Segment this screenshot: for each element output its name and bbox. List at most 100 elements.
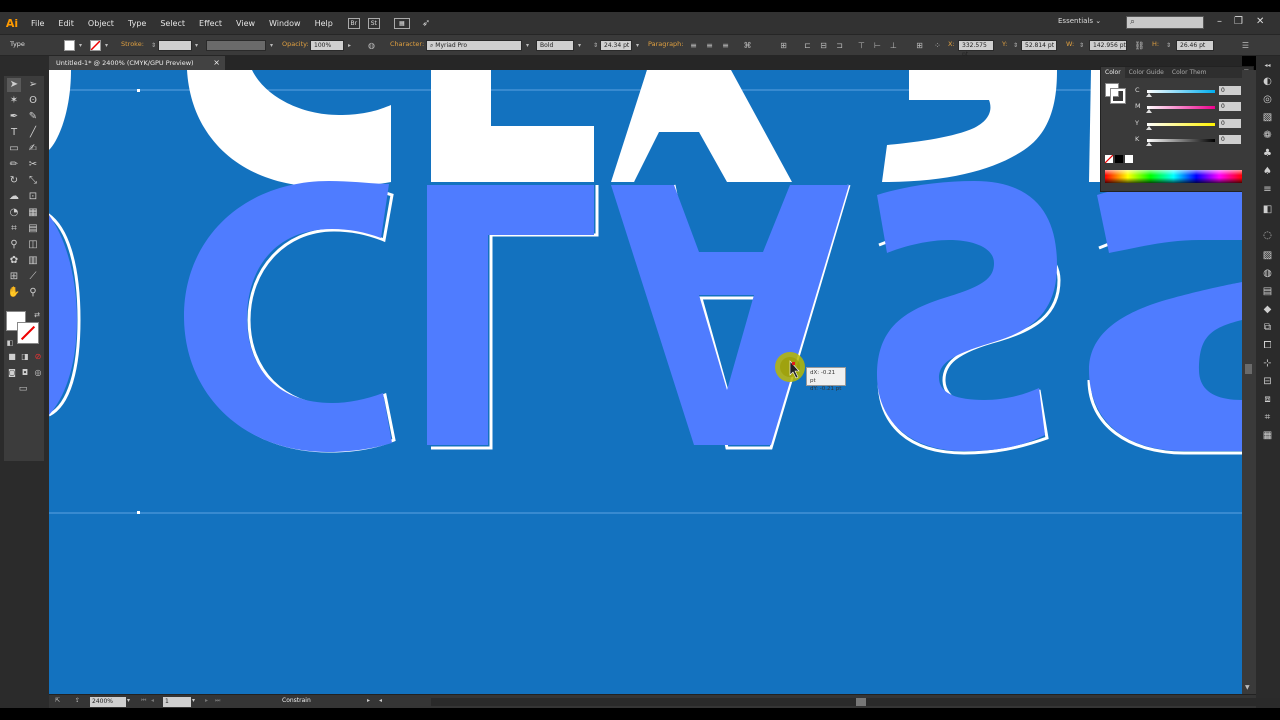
menu-effect[interactable]: Effect — [192, 19, 229, 28]
brushes-panel-icon[interactable]: ♣ — [1261, 148, 1274, 160]
pen-tool-icon[interactable]: ✒ — [7, 110, 21, 124]
slider-magenta[interactable]: M 0 % — [1135, 102, 1253, 113]
black-value[interactable]: 0 — [1219, 135, 1241, 144]
gradient-panel-icon[interactable]: ◧ — [1261, 204, 1274, 216]
gpu-rocket-icon[interactable]: ➶ — [422, 18, 430, 29]
yellow-value[interactable]: 0 — [1219, 119, 1241, 128]
h-field[interactable]: 26.46 pt — [1176, 40, 1214, 51]
restore-icon[interactable]: ❐ — [1234, 16, 1243, 27]
tab-color-guide[interactable]: Color Guide — [1125, 69, 1168, 76]
stepper-icon[interactable]: ⇕ — [1076, 40, 1087, 51]
next-artboard-icon[interactable]: ▸ — [205, 697, 208, 704]
artboard-number-field[interactable]: 1 — [163, 697, 191, 707]
image-trace-panel-icon[interactable]: ◍ — [1261, 268, 1274, 280]
stock-button[interactable]: St — [367, 17, 380, 29]
draw-inside-icon[interactable]: ◎ — [31, 366, 45, 380]
curvature-tool-icon[interactable]: ✎ — [26, 110, 40, 124]
font-size-field[interactable]: 24.34 pt — [600, 40, 632, 51]
paragraph-label[interactable]: Paragraph: — [648, 40, 683, 48]
workspace-switcher[interactable]: Essentials ⌄ — [1058, 17, 1101, 25]
align-top-icon[interactable]: ⊤ — [856, 40, 867, 51]
black-swatch[interactable] — [1115, 155, 1123, 163]
pencil-tool-icon[interactable]: ✏ — [7, 158, 21, 172]
artwork[interactable] — [49, 70, 1242, 694]
menu-window[interactable]: Window — [262, 19, 308, 28]
fill-color-swatch[interactable] — [64, 40, 75, 51]
chevron-down-icon[interactable]: ▾ — [191, 40, 202, 51]
rotate-tool-icon[interactable]: ↻ — [7, 174, 21, 188]
font-family-field[interactable]: ⌕ Myriad Pro — [426, 40, 522, 51]
swap-fill-stroke-icon[interactable]: ⇄ — [30, 308, 44, 322]
character-label[interactable]: Character: — [390, 40, 424, 48]
tab-color[interactable]: Color — [1101, 67, 1125, 78]
x-field[interactable]: 332.575 pt — [958, 40, 994, 58]
first-artboard-icon[interactable]: ⏮ — [141, 697, 146, 705]
w-field[interactable]: 142.956 pt — [1089, 40, 1127, 51]
menu-file[interactable]: File — [24, 19, 51, 28]
artboard-canvas[interactable]: dX: -0.21 pt dY: -0.21 pt — [49, 70, 1242, 694]
links-panel-icon[interactable]: ⧠ — [1261, 340, 1274, 352]
stroke-panel-icon[interactable]: ≡ — [1261, 184, 1274, 196]
stroke-weight-field[interactable] — [158, 40, 192, 51]
none-swatch[interactable] — [1104, 154, 1114, 164]
menu-edit[interactable]: Edit — [51, 19, 81, 28]
warp-tool-icon[interactable]: ☁ — [7, 190, 21, 204]
chevron-down-icon[interactable]: ▾ — [75, 40, 86, 51]
arrange-documents-icon[interactable]: ▦ — [393, 17, 410, 29]
stepper-icon[interactable]: ⇕ — [1010, 40, 1021, 51]
horizontal-scrollbar[interactable] — [431, 698, 1280, 706]
layers-panel-icon[interactable]: ◆ — [1261, 304, 1274, 316]
blend-tool-icon[interactable]: ◫ — [26, 238, 40, 252]
color-mode-icon[interactable]: ■ — [5, 350, 19, 364]
chevron-down-icon[interactable]: ▾ — [101, 40, 112, 51]
align-vcenter-icon[interactable]: ⊢ — [872, 40, 883, 51]
none-mode-icon[interactable]: ⊘ — [31, 350, 45, 364]
shape-builder-tool-icon[interactable]: ◔ — [7, 206, 21, 220]
chevron-down-icon[interactable]: ▾ — [127, 697, 130, 704]
stroke-color-swatch[interactable] — [90, 40, 101, 51]
paragraph-panel-icon[interactable]: ▦ — [1261, 430, 1274, 442]
scale-tool-icon[interactable]: ⤡ — [26, 174, 40, 188]
stroke-swatch[interactable] — [17, 322, 39, 344]
share-icon[interactable]: ⇪ — [75, 697, 80, 704]
eyedropper-tool-icon[interactable]: ⚲ — [7, 238, 21, 252]
transparency-panel-icon[interactable]: ◌ — [1261, 230, 1274, 242]
previous-artboard-icon[interactable]: ◂ — [151, 697, 154, 704]
zoom-field[interactable]: 2400% — [90, 697, 126, 707]
status-menu-icon[interactable]: ▸ — [367, 697, 370, 704]
symbol-sprayer-tool-icon[interactable]: ✿ — [7, 254, 21, 268]
menu-help[interactable]: Help — [308, 19, 340, 28]
screen-mode-icon[interactable]: ▭ — [16, 382, 30, 396]
menu-object[interactable]: Object — [81, 19, 121, 28]
slider-black[interactable]: K 0 % — [1135, 135, 1253, 146]
type-tool-icon[interactable]: T — [7, 126, 21, 140]
symbols-panel-icon[interactable]: ❁ — [1261, 130, 1274, 142]
scroll-left-icon[interactable]: ◂ — [379, 697, 382, 704]
pathfinder-panel-icon[interactable]: ⧈ — [1261, 394, 1274, 406]
opacity-label[interactable]: Opacity: — [282, 40, 309, 48]
swatches-panel-icon[interactable]: ♠ — [1261, 166, 1274, 178]
color-panel-icon[interactable]: ◐ — [1261, 76, 1274, 88]
artboards-panel-icon[interactable]: ⧉ — [1261, 322, 1274, 334]
chevron-down-icon[interactable]: ▾ — [632, 40, 643, 51]
align-panel-icon[interactable]: ⊟ — [1261, 376, 1274, 388]
menu-view[interactable]: View — [229, 19, 262, 28]
lasso-tool-icon[interactable]: ʘ — [26, 94, 40, 108]
line-tool-icon[interactable]: ╱ — [26, 126, 40, 140]
link-proportions-icon[interactable]: ⛓ — [1134, 40, 1145, 51]
direct-selection-tool-icon[interactable]: ➢ — [26, 78, 40, 92]
menu-type[interactable]: Type — [121, 19, 153, 28]
asset-export-panel-icon[interactable]: ▤ — [1261, 286, 1274, 298]
bridge-button[interactable]: Br — [347, 17, 360, 29]
transform-panel-icon[interactable]: ⊹ — [1261, 358, 1274, 370]
chevron-down-icon[interactable]: ▾ — [266, 40, 277, 51]
character-panel-icon[interactable]: ⌗ — [1261, 412, 1274, 424]
slice-tool-icon[interactable]: ⟋ — [26, 270, 40, 284]
stroke-preview[interactable] — [1110, 88, 1126, 104]
slider-cyan[interactable]: C 0 % — [1135, 86, 1253, 97]
chevron-down-icon[interactable]: ▾ — [192, 697, 195, 704]
recolor-icon[interactable]: ◍ — [366, 40, 377, 51]
distribute-icon[interactable]: ⊞ — [914, 40, 925, 51]
reference-point-icon[interactable]: ⁘ — [932, 40, 943, 51]
slider-yellow[interactable]: Y 0 % — [1135, 119, 1253, 130]
